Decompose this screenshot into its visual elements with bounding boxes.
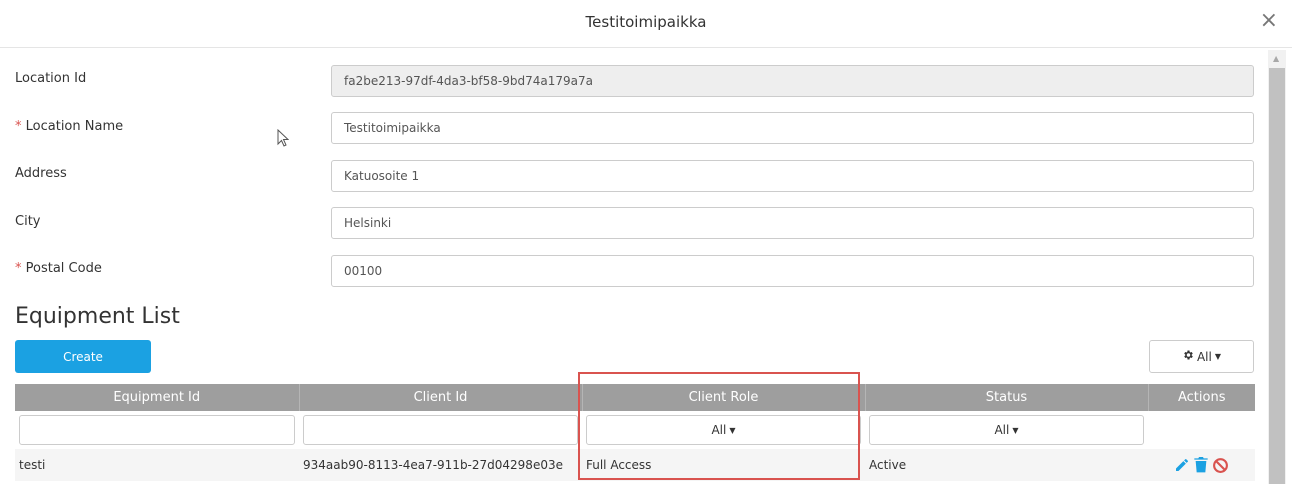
ban-icon[interactable] (1212, 457, 1229, 474)
client-id-filter[interactable] (303, 415, 578, 445)
client-role-cell: Full Access (582, 449, 865, 481)
location-name-input[interactable]: Testitoimipaikka (331, 112, 1254, 144)
equipment-id-filter[interactable] (19, 415, 295, 445)
equipment-id-cell: testi (15, 449, 299, 481)
scrollbar[interactable]: ▲ (1268, 50, 1286, 484)
status-filter-label: All (994, 423, 1010, 437)
status-filter[interactable]: All ▼ (869, 415, 1144, 445)
required-mark: * (15, 119, 22, 134)
location-id-label: Location Id (15, 71, 87, 86)
modal-title: Testitoimipaikka (585, 13, 707, 31)
status-cell: Active (865, 449, 1148, 481)
mouse-cursor (277, 128, 290, 151)
columns-button[interactable]: All ▼ (1149, 340, 1254, 373)
postal-code-input[interactable]: 00100 (331, 255, 1254, 287)
location-name-label-text: Location Name (25, 119, 124, 134)
postal-code-label: * Postal Code (15, 261, 102, 276)
address-label: Address (15, 166, 67, 181)
equipment-list-title: Equipment List (15, 304, 180, 329)
city-label: City (15, 214, 41, 229)
location-id-field: fa2be213-97df-4da3-bf58-9bd74a179a7a (331, 65, 1254, 97)
address-input[interactable]: Katuosoite 1 (331, 160, 1254, 192)
close-icon[interactable]: × (1260, 10, 1278, 32)
caret-down-icon: ▼ (1012, 425, 1019, 435)
scroll-up-icon[interactable]: ▲ (1273, 54, 1279, 63)
header-actions: Actions (1148, 384, 1255, 411)
client-id-cell: 934aab90-8113-4ea7-911b-27d04298e03e (299, 449, 582, 481)
caret-down-icon: ▼ (729, 425, 736, 435)
equipment-table: Equipment Id Client Id Client Role Statu… (15, 384, 1255, 481)
postal-code-label-text: Postal Code (25, 261, 102, 276)
location-name-label: * Location Name (15, 119, 123, 134)
table-header-row: Equipment Id Client Id Client Role Statu… (15, 384, 1255, 411)
scroll-thumb[interactable] (1269, 68, 1285, 484)
client-role-filter[interactable]: All ▼ (586, 415, 861, 445)
header-client-id[interactable]: Client Id (299, 384, 583, 411)
columns-button-label: All (1196, 349, 1212, 364)
header-equipment-id[interactable]: Equipment Id (15, 384, 300, 411)
table-row: testi 934aab90-8113-4ea7-911b-27d04298e0… (15, 449, 1255, 481)
header-status[interactable]: Status (865, 384, 1149, 411)
trash-icon[interactable] (1194, 457, 1208, 473)
caret-down-icon: ▼ (1214, 352, 1222, 361)
required-mark: * (15, 261, 22, 276)
actions-filter-cell (1148, 411, 1255, 449)
filter-row: All ▼ All ▼ (15, 411, 1255, 449)
city-input[interactable]: Helsinki (331, 207, 1254, 239)
pencil-icon[interactable] (1174, 457, 1190, 473)
actions-cell (1148, 449, 1255, 481)
modal-header: Testitoimipaikka × (0, 0, 1292, 48)
header-client-role[interactable]: Client Role (582, 384, 866, 411)
client-role-filter-label: All (711, 423, 727, 437)
create-button[interactable]: Create (15, 340, 151, 373)
gear-icon (1182, 349, 1194, 364)
